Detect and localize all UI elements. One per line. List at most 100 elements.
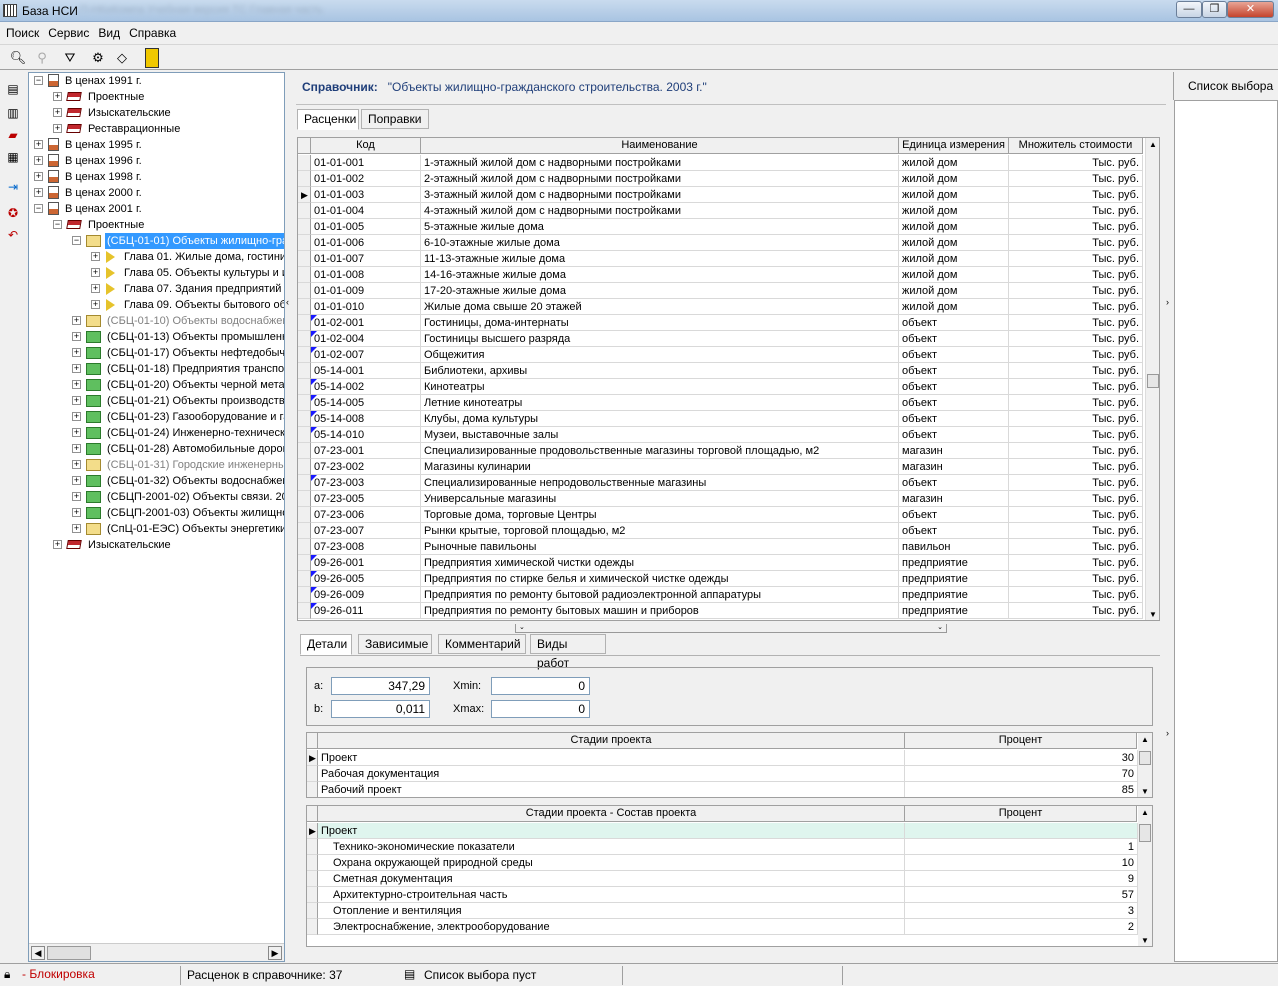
table-row[interactable]: 01-01-004 4-этажный жилой дом с надворным… — [298, 203, 1145, 219]
table-row[interactable]: Охрана окружающей природной среды 10 — [307, 855, 1138, 871]
doc-icon[interactable]: ▥ — [4, 104, 22, 122]
expander-icon[interactable]: + — [91, 300, 100, 309]
expander-icon[interactable]: + — [72, 428, 81, 437]
tree-item[interactable]: + (СБЦ-01-13) Объекты промышленности — [29, 329, 284, 345]
maximize-button[interactable]: ❐ — [1202, 1, 1227, 18]
table-row[interactable]: Архитектурно-строительная часть 57 — [307, 887, 1138, 903]
find-next-icon[interactable]: ⚲ — [32, 48, 52, 68]
table-row[interactable]: 09-26-005 Предприятия по стирке белья и х… — [298, 571, 1145, 587]
table-row[interactable]: 05-14-001 Библиотеки, архивы объект Тыс. ру… — [298, 363, 1145, 379]
expander-icon[interactable]: + — [91, 268, 100, 277]
col-multiplier[interactable]: Множитель стоимости — [1009, 138, 1143, 154]
table-row[interactable]: Технико-экономические показатели 1 — [307, 839, 1138, 855]
filter-icon[interactable]: ⛛ — [60, 48, 80, 68]
tree-item[interactable]: − (СБЦ-01-01) Объекты жилищно-гражданског… — [29, 233, 284, 249]
settings-doc-icon[interactable]: ⚙ — [88, 48, 108, 68]
catalog-tree[interactable]: − В ценах 1991 г. + Проектные + Изыскательски… — [28, 72, 285, 962]
tree-item[interactable]: + В ценах 1998 г. — [29, 169, 284, 185]
tree-item[interactable]: − Проектные — [29, 217, 284, 233]
expander-icon[interactable]: + — [72, 396, 81, 405]
col-percent[interactable]: Процент — [905, 733, 1137, 749]
tab-details[interactable]: Детали — [300, 634, 352, 655]
expander-icon[interactable]: + — [72, 380, 81, 389]
tree-item[interactable]: + Глава 05. Объекты культуры и искусства — [29, 265, 284, 281]
report-icon[interactable]: ▦ — [4, 148, 22, 166]
menu-service[interactable]: Сервис — [42, 23, 92, 40]
expander-icon[interactable]: + — [72, 460, 81, 469]
expander-icon[interactable]: + — [34, 188, 43, 197]
tree-item[interactable]: + Глава 07. Здания предприятий торговли — [29, 281, 284, 297]
table-row[interactable]: 05-14-008 Клубы, дома культуры объект Тыс. … — [298, 411, 1145, 427]
col-unit[interactable]: Единица измерения — [899, 138, 1009, 154]
table-row[interactable]: Рабочий проект 85 — [307, 782, 1138, 797]
tree-item[interactable]: + Реставрационные — [29, 121, 284, 137]
table-row[interactable]: 01-02-004 Гостиницы высшего разряда объект… — [298, 331, 1145, 347]
eraser-icon[interactable]: ◇ — [112, 48, 132, 68]
table-row[interactable]: 07-23-007 Рынки крытые, торговой площадью… — [298, 523, 1145, 539]
tree-item[interactable]: + В ценах 1995 г. — [29, 137, 284, 153]
table-row[interactable]: 01-01-002 2-этажный жилой дом с надворным… — [298, 171, 1145, 187]
splitter-handle[interactable]: ⌄ ⌄ — [515, 624, 947, 633]
expander-icon[interactable]: + — [53, 124, 62, 133]
tree-item[interactable]: + Изыскательские — [29, 105, 284, 121]
col-stage[interactable]: Стадии проекта — [318, 733, 905, 749]
selection-list[interactable] — [1174, 100, 1278, 962]
minimize-button[interactable]: — — [1176, 1, 1202, 18]
expander-icon[interactable]: + — [72, 348, 81, 357]
table-row[interactable]: 07-23-003 Специализированные непродовольс… — [298, 475, 1145, 491]
table-row[interactable]: Отопление и вентиляция 3 — [307, 903, 1138, 919]
col-code[interactable]: Код — [311, 138, 421, 154]
table-row[interactable]: 07-23-008 Рыночные павильоны павильон Тыс. … — [298, 539, 1145, 555]
scroll-down-icon[interactable]: ▼ — [1141, 936, 1149, 945]
table-row[interactable]: 09-26-001 Предприятия химической чистки о… — [298, 555, 1145, 571]
doc-list-icon[interactable]: ▤ — [4, 80, 22, 98]
table-row[interactable]: 07-23-001 Специализированные продовольств… — [298, 443, 1145, 459]
expander-icon[interactable]: − — [34, 76, 43, 85]
tree-item[interactable]: + (СБЦ-01-18) Предприятия транспорта — [29, 361, 284, 377]
expander-icon[interactable]: + — [72, 492, 81, 501]
tree-item[interactable]: + (СпЦ-01-ЕЭС) Объекты энергетики — [29, 521, 284, 537]
table-row[interactable]: 01-01-010 Жилые дома свыше 20 этажей жилой… — [298, 299, 1145, 315]
table-row[interactable]: 01-01-009 17-20-этажные жилые дома жилой д… — [298, 283, 1145, 299]
table-row[interactable]: Электроснабжение, электрооборудование 2 — [307, 919, 1138, 935]
param-xmin-input[interactable]: 0 — [491, 677, 590, 695]
param-xmax-input[interactable]: 0 — [491, 700, 590, 718]
table-row[interactable]: ▶ Проект — [307, 823, 1138, 839]
table-row[interactable]: 01-02-007 Общежития объект Тыс. руб. — [298, 347, 1145, 363]
expander-icon[interactable]: + — [72, 508, 81, 517]
scroll-thumb[interactable] — [1147, 374, 1159, 388]
expander-icon[interactable]: − — [72, 236, 81, 245]
tree-item[interactable]: + (СБЦ-01-23) Газооборудование и газоснаб… — [29, 409, 284, 425]
table-row[interactable]: 07-23-006 Торговые дома, торговые Центры о… — [298, 507, 1145, 523]
tree-item[interactable]: + В ценах 1996 г. — [29, 153, 284, 169]
expander-icon[interactable]: + — [34, 140, 43, 149]
table-row[interactable]: Сметная документация 9 — [307, 871, 1138, 887]
table-row[interactable]: ▶ 01-01-003 3-этажный жилой дом с надворны… — [298, 187, 1145, 203]
price-table-vscroll[interactable]: ▲ ▼ — [1145, 138, 1159, 620]
menu-help[interactable]: Справка — [123, 23, 179, 40]
menu-view[interactable]: Вид — [92, 23, 123, 40]
tree-item[interactable]: + (СБЦ-01-10) Объекты водоснабжения — [29, 313, 284, 329]
expander-icon[interactable]: + — [91, 284, 100, 293]
table-row[interactable]: 01-01-007 11-13-этажные жилые дома жилой д… — [298, 251, 1145, 267]
binoculars-icon[interactable]: 🔍︎ — [8, 48, 28, 68]
tree-item[interactable]: + (СБЦ-01-31) Городские инженерные — [29, 457, 284, 473]
table-row[interactable]: 05-14-010 Музеи, выставочные залы объект Ты… — [298, 427, 1145, 443]
menu-search[interactable]: Поиск — [0, 23, 42, 40]
table-row[interactable]: 01-01-006 6-10-этажные жилые дома жилой до… — [298, 235, 1145, 251]
table-row[interactable]: 05-14-005 Летние кинотеатры объект Тыс. руб… — [298, 395, 1145, 411]
tab-prices[interactable]: Расценки — [297, 109, 359, 130]
price-table[interactable]: Код Наименование Единица измерения Множи… — [297, 137, 1160, 621]
tree-item[interactable]: + (СБЦ-01-32) Объекты водоснабжения — [29, 473, 284, 489]
tab-comment[interactable]: Комментарий — [438, 634, 526, 654]
book-icon[interactable]: ▰ — [4, 126, 22, 144]
scroll-thumb[interactable] — [47, 946, 91, 960]
table-row[interactable]: 09-26-009 Предприятия по ремонту бытовой … — [298, 587, 1145, 603]
composition-table[interactable]: Стадии проекта - Состав проекта Процент … — [306, 805, 1153, 947]
tree-item[interactable]: + Проектные — [29, 89, 284, 105]
tree-item[interactable]: + Изыскательские — [29, 537, 284, 553]
table-row[interactable]: Рабочая документация 70 — [307, 766, 1138, 782]
scroll-up-icon[interactable]: ▲ — [1141, 808, 1149, 817]
expander-icon[interactable]: − — [53, 220, 62, 229]
table-row[interactable]: 01-01-005 5-этажные жилые дома жилой дом Ты… — [298, 219, 1145, 235]
